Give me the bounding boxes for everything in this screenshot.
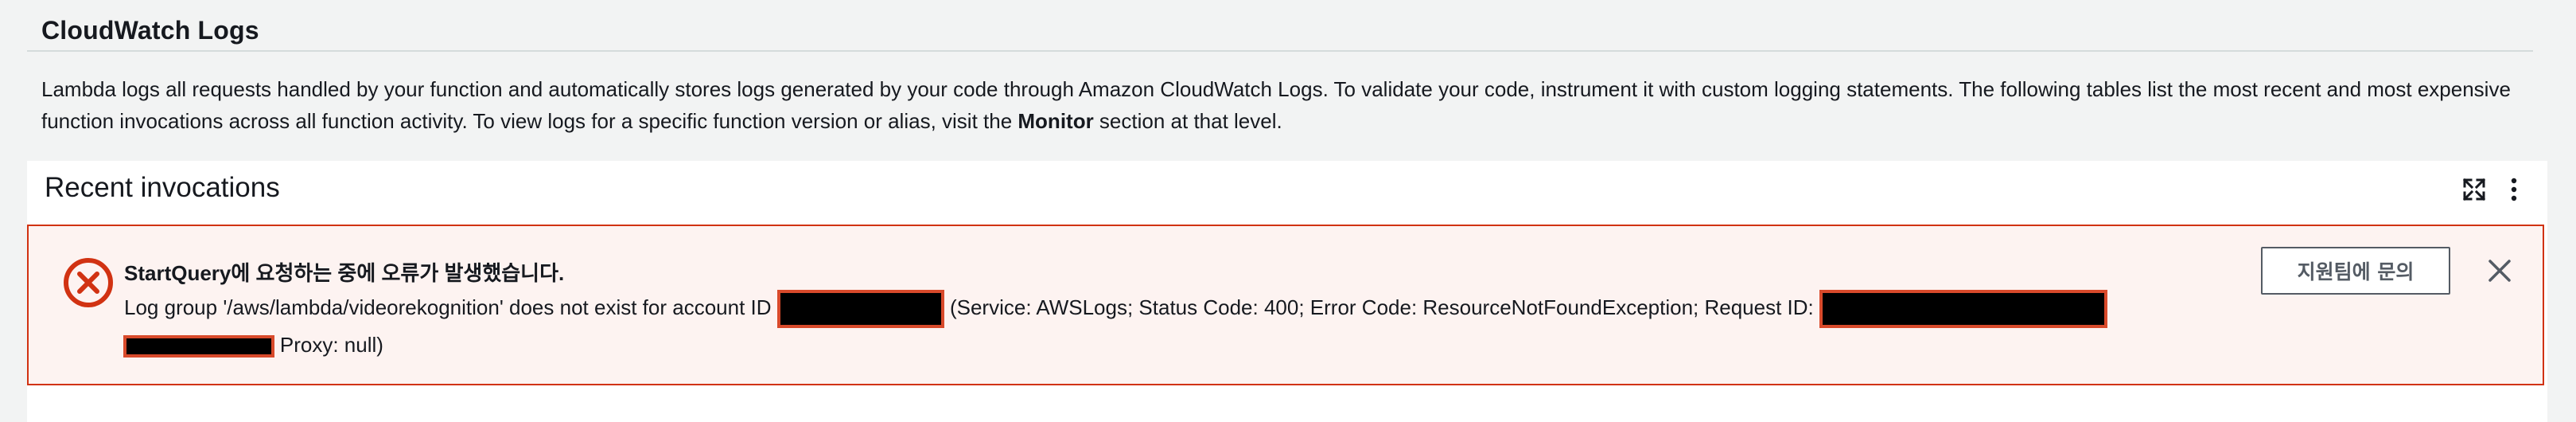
alert-message-text-2: (Service: AWSLogs; Status Code: 400; Err… xyxy=(944,295,1819,319)
contact-support-button[interactable]: 지원팀에 문의 xyxy=(2261,247,2450,295)
more-options-icon[interactable] xyxy=(2498,174,2530,205)
error-alert: StartQuery에 요청하는 중에 오류가 발생했습니다. Log grou… xyxy=(27,225,2544,385)
alert-message-text: Log group '/aws/lambda/videorekognition'… xyxy=(124,295,777,319)
redacted-account-id xyxy=(776,290,944,328)
redacted-request-id xyxy=(1819,290,2107,328)
section-description: Lambda logs all requests handled by your… xyxy=(41,73,2539,137)
alert-message: Log group '/aws/lambda/videorekognition'… xyxy=(124,290,2224,328)
alert-message-line3: ( Proxy: null) xyxy=(123,328,2224,361)
error-circle-icon xyxy=(62,256,115,309)
monitor-link: Monitor xyxy=(1018,109,1094,133)
alert-heading: StartQuery에 요청하는 중에 오류가 발생했습니다. xyxy=(124,261,565,285)
alert-message-text-4: Proxy: null) xyxy=(274,333,383,357)
alert-content: StartQuery에 요청하는 중에 오류가 발생했습니다. Log grou… xyxy=(123,256,2224,361)
section-title: CloudWatch Logs xyxy=(41,16,259,45)
redacted-request-id-continued xyxy=(123,335,274,358)
description-text-end: section at that level. xyxy=(1093,109,1282,133)
recent-invocations-panel: Recent invocations StartQuery에 요청하는 중에 오… xyxy=(27,161,2547,422)
panel-title: Recent invocations xyxy=(45,172,280,203)
title-divider xyxy=(27,50,2533,52)
expand-icon[interactable] xyxy=(2458,174,2490,205)
close-icon[interactable] xyxy=(2484,255,2516,287)
